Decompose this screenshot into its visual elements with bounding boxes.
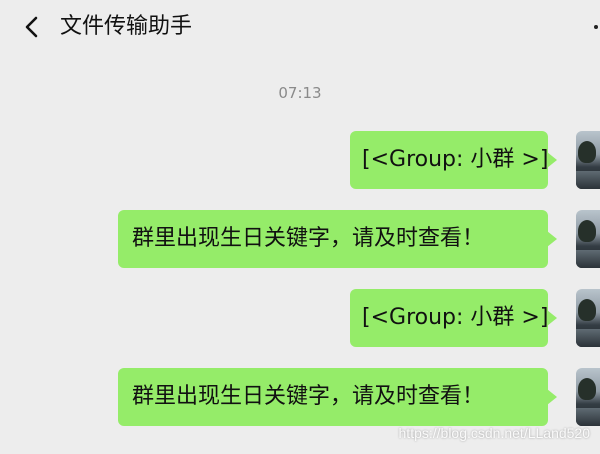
avatar[interactable] [576,368,600,426]
message-bubble[interactable]: 群里出现生日关键字，请及时查看！ [118,368,557,426]
chevron-left-icon [25,16,38,38]
more-icon[interactable] [594,25,598,29]
message-bubble[interactable]: [<Group: 小群 >] [350,131,557,189]
back-button[interactable] [14,9,50,45]
chat-header: 文件传输助手 [0,0,600,58]
avatar[interactable] [576,289,600,347]
avatar[interactable] [576,210,600,268]
message-timestamp: 07:13 [278,84,322,102]
watermark-text: https://blog.csdn.net/LLand520 [398,425,590,441]
message-bubble[interactable]: [<Group: 小群 >] [350,289,557,347]
avatar[interactable] [576,131,600,189]
message-bubble[interactable]: 群里出现生日关键字，请及时查看！ [118,210,557,268]
chat-title: 文件传输助手 [60,14,193,39]
